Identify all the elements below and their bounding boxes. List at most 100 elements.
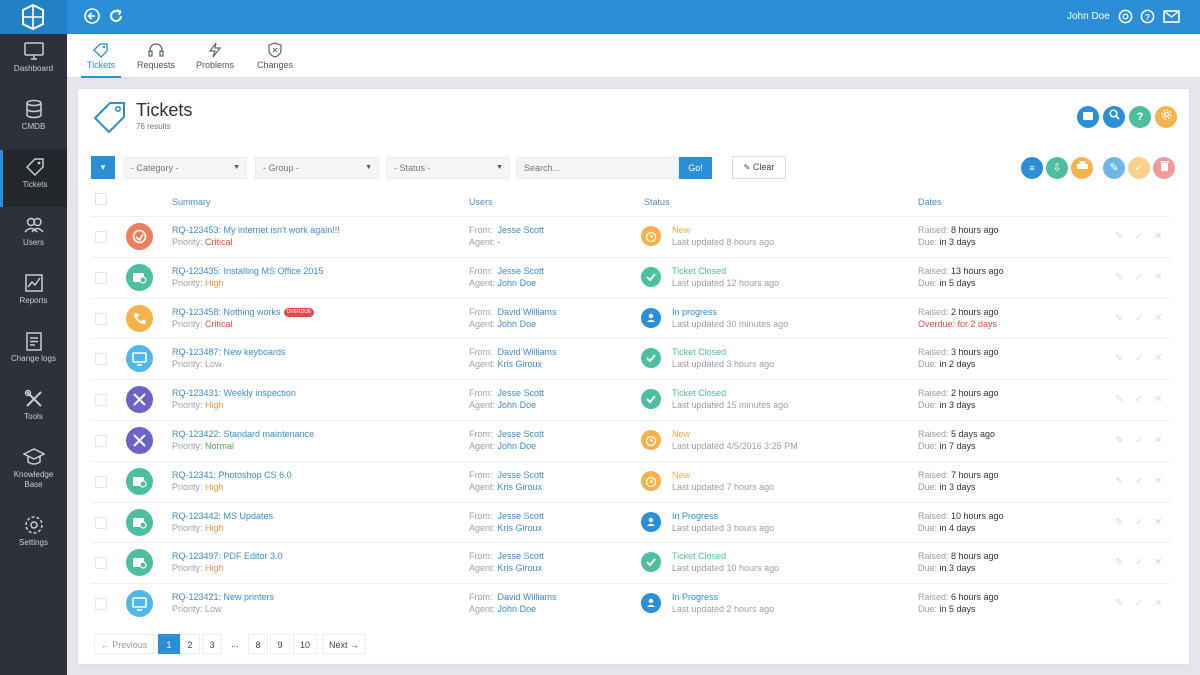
search-button[interactable] [1103, 106, 1125, 128]
ticket-summary-link[interactable]: RQ-123442: MS Updates [172, 511, 273, 522]
sidebar-item-settings[interactable]: Settings [0, 508, 67, 565]
from-user-link[interactable]: Jesse Scott [498, 388, 545, 398]
pagination-page[interactable]: 1 [158, 634, 180, 654]
pagination-page[interactable]: 3 [202, 634, 222, 654]
help-button[interactable]: ? [1129, 106, 1151, 128]
column-header-dates[interactable]: Dates [918, 197, 942, 207]
refresh-icon[interactable] [108, 8, 124, 24]
ticket-summary-link[interactable]: RQ-123497: PDF Editor 3.0 [172, 551, 283, 562]
agent-user-link[interactable]: John Doe [498, 400, 537, 410]
back-icon[interactable] [84, 8, 100, 24]
edit-button[interactable]: ✎ [1103, 157, 1125, 179]
row-checkbox[interactable] [95, 231, 107, 243]
row-approve-icon[interactable]: ✓ [1135, 394, 1143, 405]
agent-user-link[interactable]: John Doe [498, 278, 537, 288]
table-row[interactable]: RQ-12341: Photoshop CS 6.0 Priority: High… [91, 460, 1171, 502]
from-user-link[interactable]: David Williams [498, 307, 557, 317]
row-edit-icon[interactable]: ✎ [1115, 353, 1123, 364]
from-user-link[interactable]: Jesse Scott [498, 266, 545, 276]
row-checkbox[interactable] [95, 271, 107, 284]
from-user-link[interactable]: Jesse Scott [498, 429, 545, 439]
row-delete-icon[interactable]: ✕ [1154, 313, 1162, 324]
pagination-page[interactable]: 8 [248, 634, 268, 654]
sidebar-item-users[interactable]: Users [0, 208, 67, 265]
settings-button[interactable] [1155, 106, 1177, 128]
row-checkbox[interactable] [95, 516, 107, 529]
column-header-status[interactable]: Status [644, 197, 670, 207]
column-header-summary[interactable]: Summary [172, 197, 211, 207]
from-user-link[interactable]: Jesse Scott [498, 551, 545, 561]
sidebar-item-change-logs[interactable]: Change logs [0, 324, 67, 381]
sidebar-item-tickets[interactable]: Tickets [0, 150, 67, 207]
pagination-previous[interactable]: ← Previous [94, 634, 154, 654]
go-button[interactable]: Go! [679, 157, 712, 179]
mail-icon[interactable] [1163, 10, 1180, 23]
row-edit-icon[interactable]: ✎ [1115, 394, 1123, 405]
row-delete-icon[interactable]: ✕ [1154, 353, 1162, 364]
table-row[interactable]: RQ-123458: Nothing works OVERDUE Priority:… [91, 297, 1171, 339]
sidebar-item-cmdb[interactable]: CMDB [0, 92, 67, 149]
table-row[interactable]: RQ-123497: PDF Editor 3.0 Priority: High F… [91, 542, 1171, 583]
row-edit-icon[interactable]: ✎ [1115, 231, 1123, 242]
agent-user-link[interactable]: Kris Giroux [498, 359, 543, 369]
row-checkbox[interactable] [95, 394, 107, 407]
row-delete-icon[interactable]: ✕ [1154, 231, 1162, 242]
sidebar-item-reports[interactable]: Reports [0, 266, 67, 323]
from-user-link[interactable]: David Williams [498, 592, 557, 602]
ticket-summary-link[interactable]: RQ-123421: New printers [172, 592, 274, 603]
ticket-summary-link[interactable]: RQ-12341: Photoshop CS 6.0 [172, 470, 292, 481]
ticket-summary-link[interactable]: RQ-123487: New keyboards [172, 347, 286, 358]
sidebar-item-tools[interactable]: Tools [0, 382, 67, 439]
row-edit-icon[interactable]: ✎ [1115, 557, 1123, 568]
agent-user-link[interactable]: Kris Giroux [498, 563, 543, 573]
tab-problems[interactable]: Problems [194, 34, 236, 78]
row-approve-icon[interactable]: ✓ [1135, 517, 1143, 528]
assign-button[interactable]: ≡ [1021, 157, 1043, 179]
agent-user-link[interactable]: John Doe [498, 604, 537, 614]
sidebar-item-knowledge-base[interactable]: Knowledge Base [0, 440, 67, 506]
ticket-summary-link[interactable]: RQ-123431: Weekly inspection [172, 388, 296, 399]
download-button[interactable]: ⇩ [1046, 157, 1068, 179]
row-edit-icon[interactable]: ✎ [1115, 517, 1123, 528]
category-select[interactable]: - Category - ▼ [123, 157, 247, 179]
status-select[interactable]: - Status - ▼ [386, 157, 510, 179]
agent-user-link[interactable]: John Doe [498, 319, 537, 329]
agent-user-link[interactable]: - [498, 237, 501, 247]
row-approve-icon[interactable]: ✓ [1135, 353, 1143, 364]
row-checkbox[interactable] [95, 435, 107, 447]
column-header-users[interactable]: Users [469, 197, 493, 207]
group-select[interactable]: - Group - ▼ [255, 157, 379, 179]
tab-tickets[interactable]: Tickets [81, 34, 121, 78]
row-edit-icon[interactable]: ✎ [1115, 435, 1123, 446]
table-row[interactable]: RQ-123421: New printers Priority: Low From… [91, 583, 1171, 624]
agent-user-link[interactable]: Kris Giroux [498, 523, 543, 533]
delete-button[interactable] [1153, 157, 1175, 179]
row-approve-icon[interactable]: ✓ [1135, 313, 1143, 324]
row-approve-icon[interactable]: ✓ [1135, 231, 1143, 242]
table-row[interactable]: RQ-123435: Installing MS Office 2015 Prio… [91, 256, 1171, 298]
from-user-link[interactable]: Jesse Scott [498, 225, 545, 235]
row-checkbox[interactable] [95, 598, 107, 611]
row-delete-icon[interactable]: ✕ [1154, 557, 1162, 568]
table-row[interactable]: RQ-123422: Standard maintenance Priority:… [91, 420, 1171, 461]
tab-changes[interactable]: Changes [254, 34, 296, 78]
ticket-summary-link[interactable]: RQ-123422: Standard maintenance [172, 429, 314, 440]
table-row[interactable]: RQ-123442: MS Updates Priority: High From:… [91, 501, 1171, 543]
help-icon[interactable]: ? [1140, 9, 1155, 24]
user-name[interactable]: John Doe [1067, 11, 1110, 22]
ticket-summary-link[interactable]: RQ-123458: Nothing works OVERDUE [172, 307, 315, 318]
select-all-checkbox[interactable] [95, 193, 107, 205]
support-icon[interactable] [1118, 9, 1133, 24]
row-delete-icon[interactable]: ✕ [1154, 476, 1162, 487]
from-user-link[interactable]: Jesse Scott [498, 511, 545, 521]
row-approve-icon[interactable]: ✓ [1135, 598, 1143, 609]
row-checkbox[interactable] [95, 557, 107, 570]
row-delete-icon[interactable]: ✕ [1154, 394, 1162, 405]
clear-button[interactable]: ✎ Clear [732, 156, 786, 179]
row-approve-icon[interactable]: ✓ [1135, 272, 1143, 283]
row-edit-icon[interactable]: ✎ [1115, 313, 1123, 324]
row-approve-icon[interactable]: ✓ [1135, 435, 1143, 446]
row-checkbox[interactable] [95, 475, 107, 488]
row-approve-icon[interactable]: ✓ [1135, 476, 1143, 487]
message-button[interactable] [1077, 106, 1099, 128]
